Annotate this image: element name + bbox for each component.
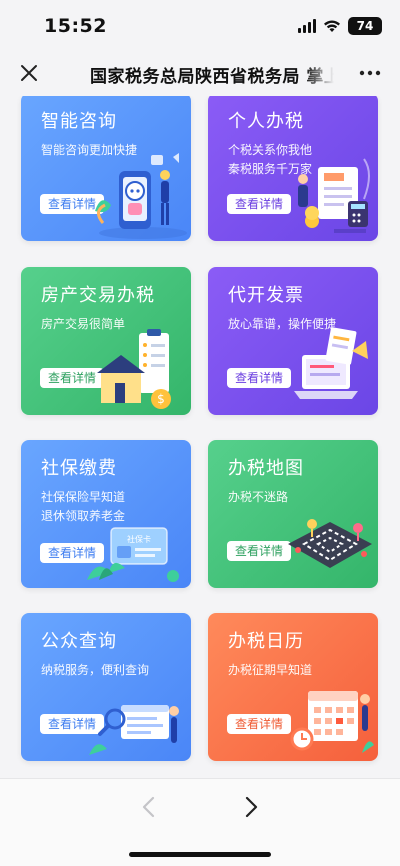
social-security-card-icon: 社保卡 [87, 527, 179, 582]
calendar-icon [290, 691, 374, 753]
invoice-laptop-icon [294, 327, 368, 399]
house-checklist-icon: $ [97, 329, 171, 409]
signal-icon [298, 19, 316, 33]
card-tax-map[interactable]: 办税地图 办税不迷路 查看详情 [208, 440, 378, 588]
svg-text:$: $ [157, 392, 165, 406]
card-tax-calendar[interactable]: 办税日历 办税征期早知道 查看详情 [208, 613, 378, 761]
forward-arrow-icon[interactable] [241, 795, 261, 819]
nav-bar: 国家税务总局陕西省税务局 掌上办税 [0, 50, 400, 96]
card-invoice[interactable]: 代开发票 放心靠谱，操作便捷 查看详情 [208, 267, 378, 415]
svg-text:社保卡: 社保卡 [127, 534, 151, 544]
card-social-security[interactable]: 社保缴费 社保保险早知道 退休领取养老金 查看详情 社保卡 [21, 440, 191, 588]
status-time: 15:52 [44, 15, 107, 37]
page-title: 国家税务总局陕西省税务局 掌上办税 [90, 67, 334, 87]
card-title: 公众查询 [41, 631, 117, 652]
card-property-tax[interactable]: 房产交易办税 房产交易很简单 查看详情 $ [21, 267, 191, 415]
map-icon [288, 519, 372, 568]
card-title: 办税日历 [228, 631, 304, 652]
card-title: 个人办税 [228, 111, 304, 132]
card-smart-consult[interactable]: 智能咨询 智能咨询更加快捷 查看详情 [21, 96, 191, 241]
search-browser-icon [89, 705, 179, 755]
card-title: 房产交易办税 [41, 285, 155, 306]
wifi-icon [324, 20, 340, 32]
card-title: 代开发票 [228, 285, 304, 306]
back-arrow-icon[interactable] [139, 795, 159, 819]
service-grid: 智能咨询 智能咨询更加快捷 查看详情 个人办税 个税关系你我他 秦税服务千万家 … [0, 96, 400, 778]
status-icons: 74 [298, 16, 382, 36]
tax-document-icon [298, 158, 370, 233]
robot-phone-icon [95, 153, 187, 239]
close-icon[interactable] [16, 60, 42, 86]
card-personal-tax[interactable]: 个人办税 个税关系你我他 秦税服务千万家 查看详情 [208, 96, 378, 241]
card-public-query[interactable]: 公众查询 纳税服务，便利查询 查看详情 [21, 613, 191, 761]
status-bar: 15:52 74 [0, 0, 400, 50]
card-title: 社保缴费 [41, 458, 117, 479]
battery-indicator: 74 [348, 17, 382, 35]
home-indicator [129, 852, 271, 857]
card-title: 办税地图 [228, 458, 304, 479]
card-title: 智能咨询 [41, 111, 117, 132]
more-icon[interactable] [356, 62, 384, 84]
